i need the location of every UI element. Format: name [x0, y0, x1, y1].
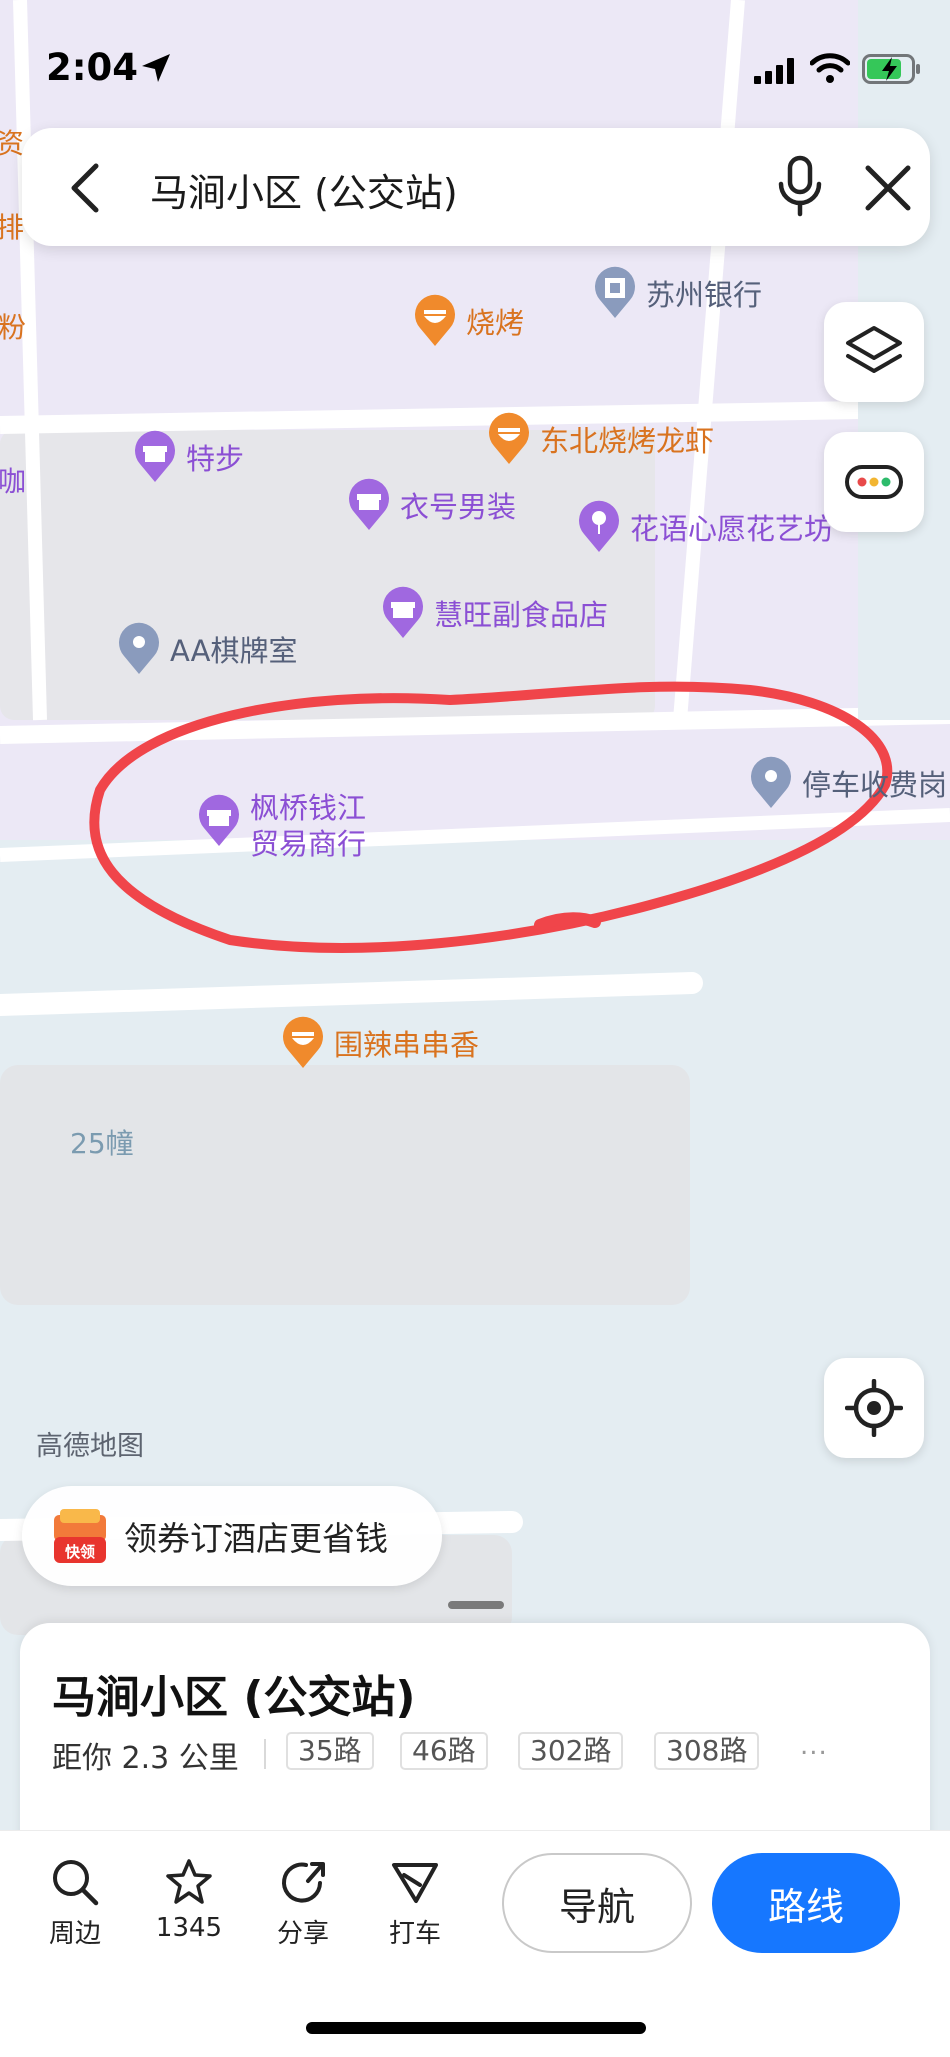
bus-route-tag[interactable]: 46路	[400, 1732, 488, 1770]
poi-parking-booth[interactable]: 停车收费岗	[748, 756, 947, 810]
highlight-circle-tail	[534, 912, 601, 931]
search-icon	[53, 1860, 99, 1906]
shop-pin-icon	[135, 430, 175, 482]
location-pin-icon	[751, 756, 791, 808]
edge-fragment: 资	[0, 127, 25, 160]
more-routes-indicator[interactable]: ...	[800, 1731, 828, 1761]
flower-pin-icon	[579, 500, 619, 552]
food-pin-icon	[283, 1016, 323, 1068]
traffic-toggle-button[interactable]	[824, 432, 924, 532]
search-bar[interactable]: 马涧小区 (公交站)	[22, 128, 930, 246]
navigate-button[interactable]: 导航	[502, 1853, 692, 1953]
map-watermark: 高德地图	[36, 1431, 144, 1462]
road	[0, 972, 703, 1016]
poi-xtep[interactable]: 特步	[132, 430, 244, 484]
poi-skewers[interactable]: 围辣串串香	[280, 1016, 479, 1070]
bank-pin-icon	[595, 266, 635, 318]
poi-bank[interactable]: 苏州银行	[592, 266, 762, 320]
layers-button[interactable]	[824, 302, 924, 402]
taxi-button[interactable]: 打车	[370, 1857, 460, 1950]
status-bar: 2:04	[0, 0, 950, 120]
close-icon[interactable]	[858, 158, 918, 218]
sheet-grabber[interactable]	[448, 1601, 504, 1609]
battery-charging-icon	[862, 54, 920, 84]
edge-fragment: 咖	[0, 465, 27, 498]
wifi-icon	[810, 53, 850, 83]
poi-florist[interactable]: 花语心愿花艺坊	[576, 500, 833, 554]
taxi-icon	[392, 1863, 438, 1903]
edge-fragment: 排	[0, 211, 25, 244]
share-button[interactable]: 分享	[258, 1857, 348, 1950]
location-arrow-icon	[142, 54, 170, 82]
divider	[264, 1739, 266, 1769]
cellular-signal-icon	[754, 58, 794, 84]
share-icon	[282, 1862, 325, 1903]
nearby-button[interactable]: 周边	[30, 1857, 120, 1950]
traffic-light-icon	[845, 465, 903, 499]
favorite-button[interactable]: 1345	[144, 1857, 234, 1943]
star-icon	[166, 1859, 212, 1904]
bus-route-tag[interactable]: 35路	[286, 1732, 374, 1770]
shop-pin-icon	[383, 586, 423, 638]
search-query[interactable]: 马涧小区 (公交站)	[150, 162, 458, 217]
food-pin-icon	[415, 294, 455, 346]
poi-chess-room[interactable]: AA棋牌室	[116, 622, 297, 676]
crosshair-locate-icon	[845, 1379, 903, 1437]
poi-bbq-crayfish[interactable]: 东北烧烤龙虾	[486, 412, 714, 466]
route-button[interactable]: 路线	[712, 1853, 900, 1953]
building-block	[0, 430, 655, 720]
location-pin-icon	[119, 622, 159, 674]
hotel-coupon-banner[interactable]: 快领 领券订酒店更省钱	[22, 1486, 442, 1586]
building-label: 25幢	[70, 1127, 134, 1160]
poi-bbq[interactable]: 烧烤	[412, 294, 524, 348]
edge-fragment: 粉	[0, 311, 27, 344]
back-arrow-icon[interactable]	[58, 158, 118, 218]
nearby-label: 周边	[48, 1919, 101, 1949]
shop-pin-icon	[199, 794, 239, 846]
taxi-label: 打车	[388, 1919, 441, 1949]
layers-icon	[846, 326, 902, 373]
food-pin-icon	[489, 412, 529, 464]
building-block	[0, 1065, 690, 1305]
coupon-text: 领券订酒店更省钱	[124, 1519, 388, 1558]
shop-pin-icon	[349, 478, 389, 530]
locate-me-button[interactable]	[824, 1358, 924, 1458]
home-indicator	[306, 2022, 646, 2034]
bus-route-tag[interactable]: 308路	[654, 1732, 760, 1770]
poi-menswear[interactable]: 衣号男装	[346, 478, 516, 532]
share-label: 分享	[276, 1919, 329, 1949]
microphone-icon[interactable]	[770, 154, 830, 218]
place-title: 马涧小区 (公交站)	[52, 1672, 416, 1723]
status-time: 2:04	[46, 46, 139, 89]
place-distance: 距你 2.3 公里	[52, 1741, 239, 1776]
bus-route-tag[interactable]: 302路	[518, 1732, 624, 1770]
svg-text:快领: 快领	[65, 1543, 95, 1561]
favorites-count: 1345	[155, 1913, 223, 1943]
poi-trading-firm[interactable]: 枫桥钱江 贸易商行	[196, 790, 366, 862]
poi-grocery[interactable]: 慧旺副食品店	[380, 586, 608, 640]
coupon-gift-icon: 快领	[54, 1509, 106, 1563]
